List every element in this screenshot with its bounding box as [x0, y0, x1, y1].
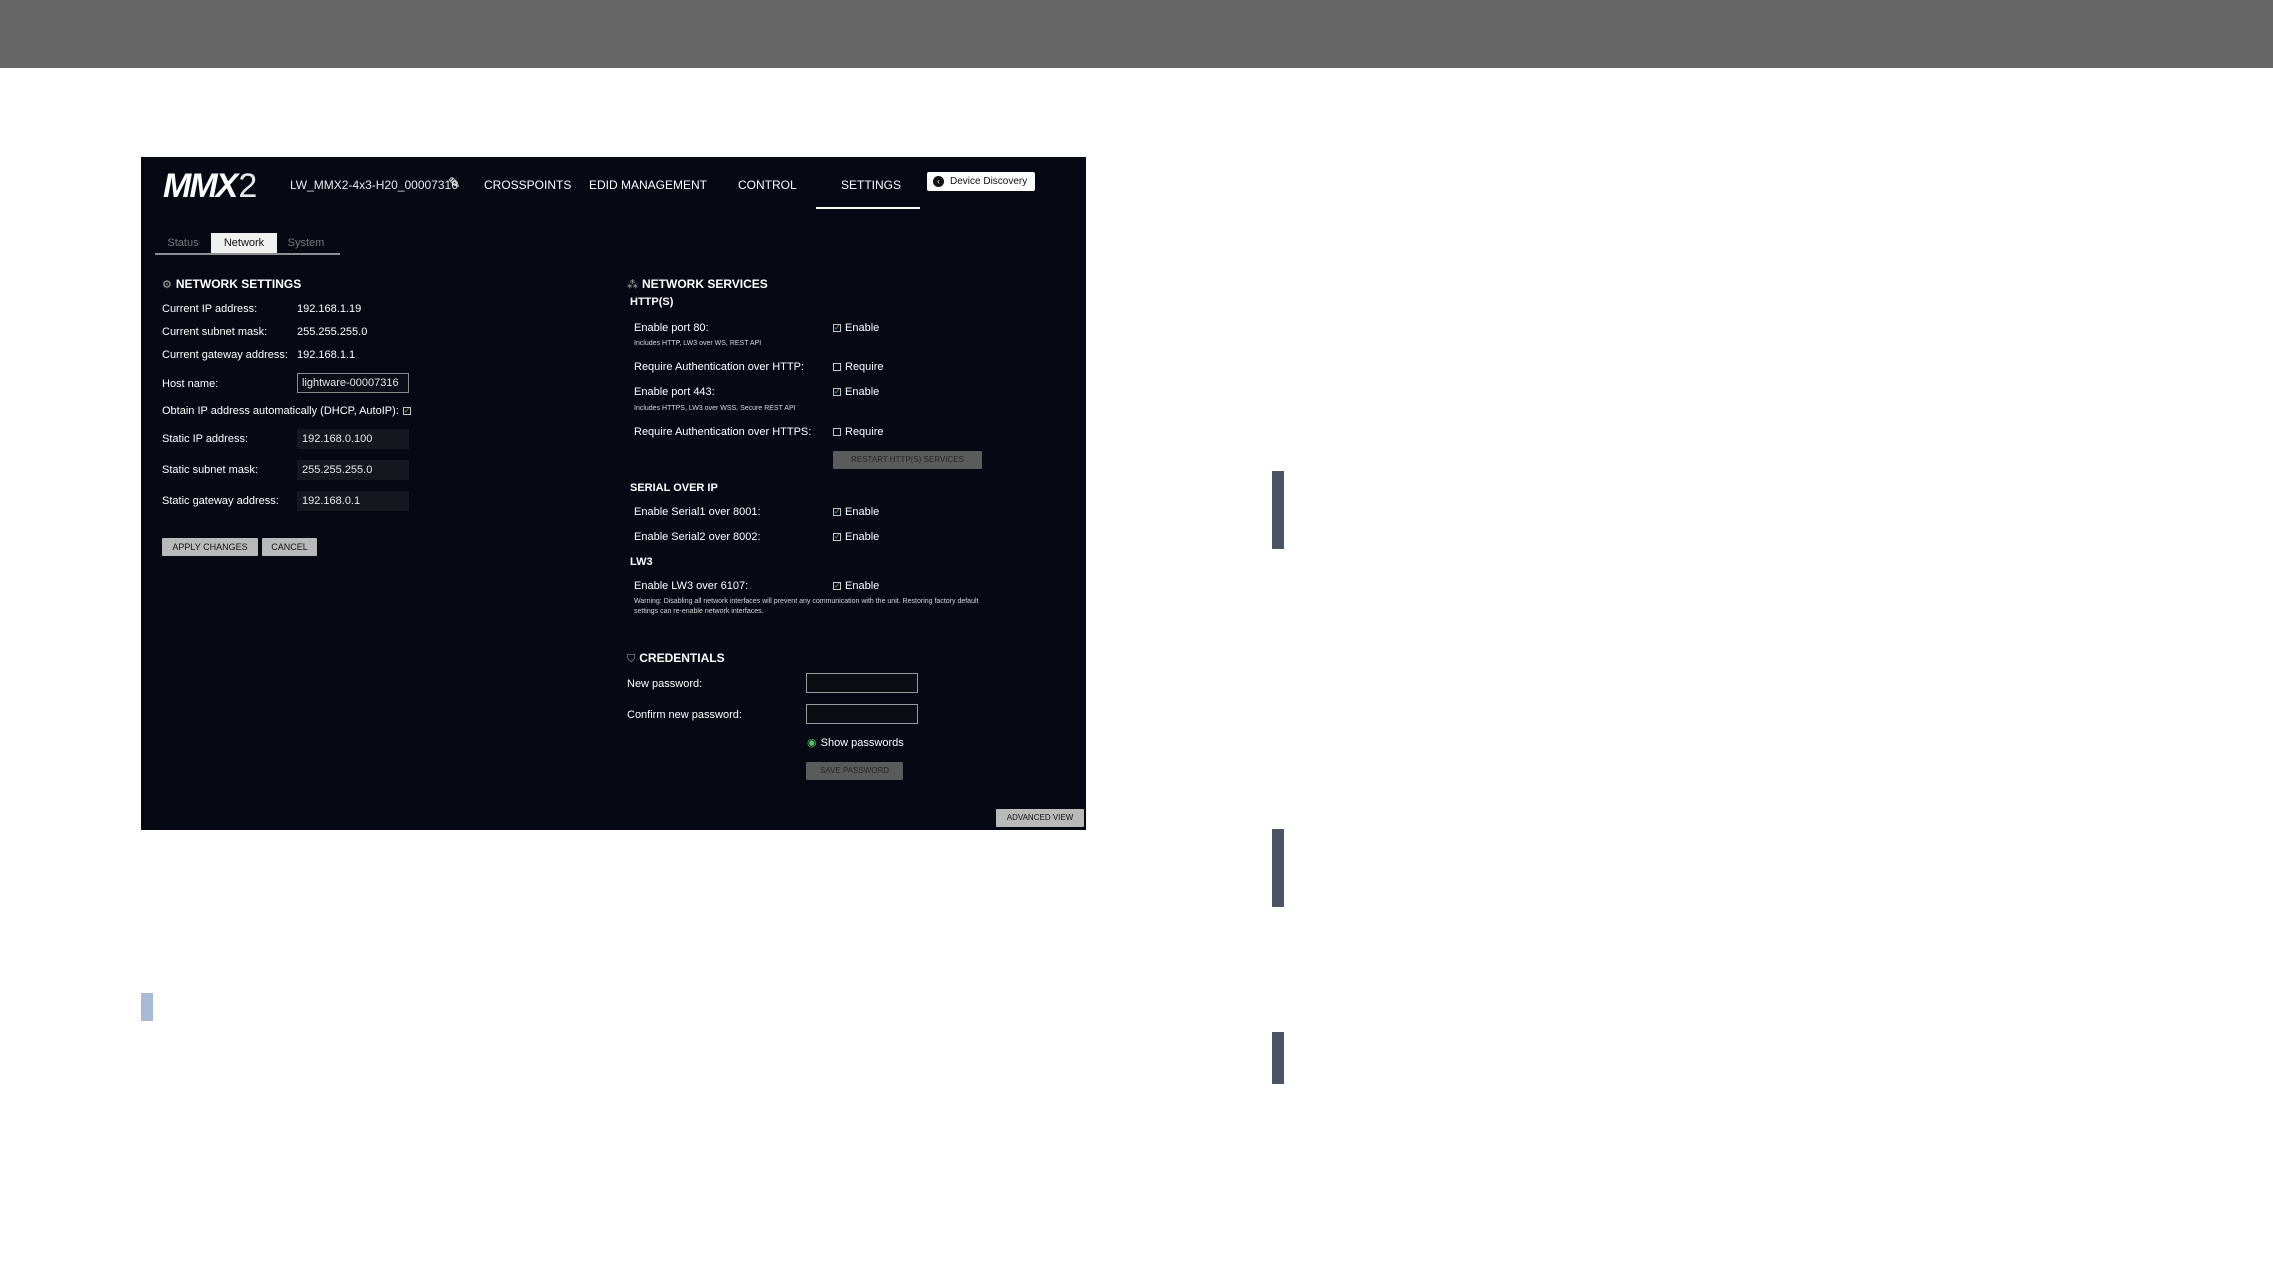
- nav-active-indicator: [816, 207, 920, 209]
- gears-icon: ⚙: [162, 279, 172, 291]
- side-bar-3: [1272, 1032, 1284, 1084]
- current-mask-label: Current subnet mask:: [162, 326, 268, 338]
- subtab-status[interactable]: Status: [157, 233, 209, 253]
- cancel-button[interactable]: CANCEL: [262, 538, 317, 556]
- lw3-label: Enable LW3 over 6107:: [634, 580, 749, 592]
- port443-value: Enable: [845, 386, 880, 398]
- advanced-view-button[interactable]: ADVANCED VIEW: [996, 809, 1084, 827]
- device-name[interactable]: LW_MMX2-4x3-H20_00007316: [290, 178, 458, 192]
- port80-label: Enable port 80:: [634, 322, 709, 334]
- logo-text: MMX: [163, 167, 238, 205]
- restart-http-services-button[interactable]: RESTART HTTP(S) SERVICES: [833, 451, 982, 469]
- side-bar-1: [1272, 471, 1284, 549]
- subtab-system[interactable]: System: [279, 233, 333, 253]
- auth-https-value: Require: [845, 426, 884, 438]
- warning-line-1: Warning: Disabling all network interface…: [634, 598, 979, 605]
- network-settings-title-text: NETWORK SETTINGS: [175, 277, 302, 291]
- http-heading: HTTP(S): [630, 296, 674, 308]
- save-password-button[interactable]: SAVE PASSWORD: [806, 762, 903, 780]
- subtab-network[interactable]: Network: [211, 233, 277, 253]
- top-banner: [0, 0, 2273, 68]
- current-gateway-value: 192.168.1.1: [297, 349, 356, 361]
- serial2-value: Enable: [845, 531, 880, 543]
- nav-edid-management[interactable]: EDID MANAGEMENT: [589, 178, 707, 192]
- nav-control[interactable]: CONTROL: [738, 178, 797, 192]
- auth-http-option[interactable]: Require: [833, 361, 884, 373]
- port80-note: Includes HTTP, LW3 over WS, REST API: [634, 340, 762, 347]
- serial2-label: Enable Serial2 over 8002:: [634, 531, 761, 543]
- lw3-heading: LW3: [630, 556, 653, 568]
- current-ip-label: Current IP address:: [162, 303, 258, 315]
- static-mask-label: Static subnet mask:: [162, 464, 258, 476]
- left-marker: [141, 993, 153, 1021]
- serial2-option[interactable]: ✓ Enable: [833, 531, 879, 543]
- port443-note: Includes HTTPS, LW3 over WSS, Secure RES…: [634, 405, 796, 412]
- network-settings-title: ⚙ NETWORK SETTINGS: [162, 277, 301, 291]
- apply-changes-button[interactable]: APPLY CHANGES: [162, 538, 258, 556]
- serial-heading: SERIAL OVER IP: [630, 482, 718, 494]
- nav-settings[interactable]: SETTINGS: [841, 178, 901, 192]
- new-password-label: New password:: [627, 678, 703, 690]
- side-bar-2: [1272, 829, 1284, 907]
- network-services-title-text: NETWORK SERVICES: [642, 277, 768, 291]
- hostname-input[interactable]: lightware-00007316: [297, 373, 409, 393]
- port80-option[interactable]: ✓ Enable: [833, 322, 879, 334]
- serial1-option[interactable]: ✓ Enable: [833, 506, 879, 518]
- serial1-value: Enable: [845, 506, 880, 518]
- lw3-checkbox[interactable]: ✓: [833, 582, 841, 590]
- confirm-password-input[interactable]: [806, 704, 918, 724]
- dhcp-checkbox[interactable]: ✓: [402, 407, 411, 415]
- current-gateway-label: Current gateway address:: [162, 349, 288, 361]
- current-ip-value: 192.168.1.19: [297, 303, 362, 315]
- show-passwords-toggle[interactable]: ◉ Show passwords: [807, 736, 904, 750]
- static-mask-input[interactable]: 255.255.255.0: [297, 460, 409, 480]
- app-screenshot: MMX2 LW_MMX2-4x3-H20_00007316 ✎ CROSSPOI…: [141, 157, 1086, 830]
- eye-icon: ◉: [807, 737, 817, 749]
- current-mask-value: 255.255.255.0: [297, 326, 368, 338]
- new-password-input[interactable]: [806, 673, 918, 693]
- dhcp-label: Obtain IP address automatically (DHCP, A…: [162, 405, 399, 417]
- auth-https-label: Require Authentication over HTTPS:: [634, 426, 812, 438]
- port443-label: Enable port 443:: [634, 386, 715, 398]
- mmx2-logo: MMX2: [163, 167, 257, 206]
- static-ip-input[interactable]: 192.168.0.100: [297, 429, 409, 449]
- logo-suffix: 2: [238, 167, 257, 205]
- back-arrow-icon: ‹: [933, 176, 944, 187]
- pencil-icon[interactable]: ✎: [448, 174, 461, 192]
- nav-crosspoints[interactable]: CROSSPOINTS: [484, 178, 571, 192]
- lw3-value: Enable: [845, 580, 880, 592]
- confirm-password-label: Confirm new password:: [627, 709, 742, 721]
- serial1-label: Enable Serial1 over 8001:: [634, 506, 761, 518]
- auth-http-label: Require Authentication over HTTP:: [634, 361, 804, 373]
- port80-checkbox[interactable]: ✓: [833, 324, 841, 332]
- auth-https-checkbox[interactable]: [833, 428, 841, 436]
- shield-icon: ⛉: [627, 653, 636, 665]
- port80-value: Enable: [845, 322, 880, 334]
- auth-http-value: Require: [845, 361, 884, 373]
- credentials-title-text: CREDENTIALS: [639, 651, 725, 665]
- serial1-checkbox[interactable]: ✓: [833, 508, 841, 516]
- show-passwords-label: Show passwords: [820, 736, 904, 749]
- hostname-label: Host name:: [162, 378, 219, 390]
- dhcp-row: Obtain IP address automatically (DHCP, A…: [162, 405, 411, 417]
- credentials-title: ⛉ CREDENTIALS: [627, 651, 725, 666]
- static-gateway-label: Static gateway address:: [162, 495, 279, 507]
- device-discovery-button[interactable]: ‹ Device Discovery: [927, 172, 1035, 191]
- port443-checkbox[interactable]: ✓: [833, 388, 841, 396]
- device-discovery-label: Device Discovery: [950, 176, 1028, 187]
- network-services-title: ⁂ NETWORK SERVICES: [627, 277, 768, 291]
- port443-option[interactable]: ✓ Enable: [833, 386, 879, 398]
- auth-https-option[interactable]: Require: [833, 426, 884, 438]
- warning-line-2: settings can re-enable network interface…: [634, 608, 764, 615]
- lw3-option[interactable]: ✓ Enable: [833, 580, 879, 592]
- static-ip-label: Static IP address:: [162, 433, 249, 445]
- static-gateway-input[interactable]: 192.168.0.1: [297, 491, 409, 511]
- serial2-checkbox[interactable]: ✓: [833, 533, 841, 541]
- auth-http-checkbox[interactable]: [833, 363, 841, 371]
- network-icon: ⁂: [627, 279, 638, 291]
- subtab-underline: [155, 253, 340, 255]
